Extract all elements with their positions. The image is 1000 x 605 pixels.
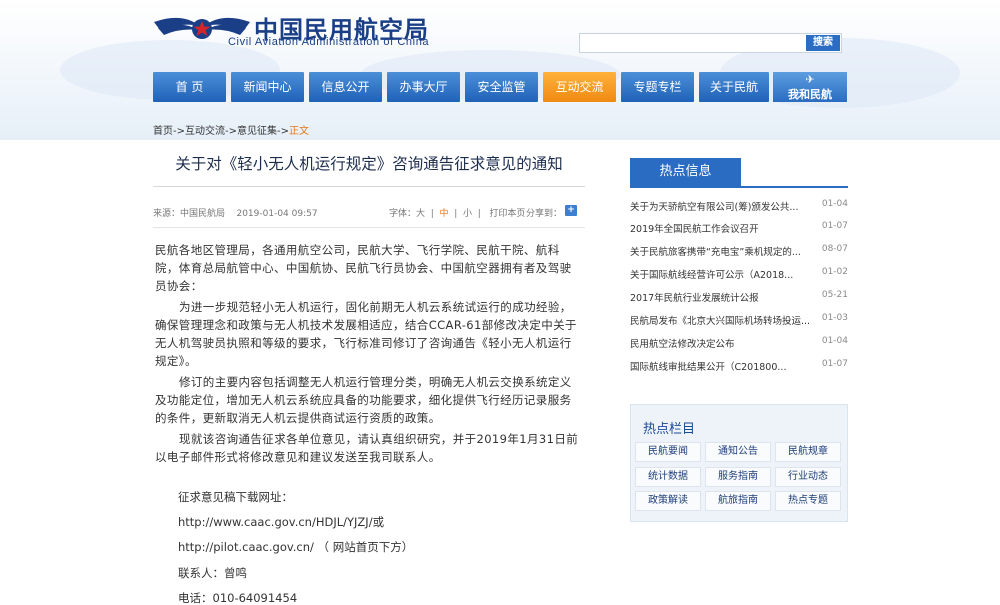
site-title-en: Civil Aviation Administration of China [228, 36, 430, 48]
breadcrumb-separator: -> [225, 126, 237, 137]
hot-info-item[interactable]: 关于国际航线经营许可公示（A2018... 01-02 [630, 267, 848, 283]
contact-phone: 电话：010-64091454 [178, 591, 298, 605]
hot-info-item[interactable]: 关于为天骄航空有限公司(筹)颁发公共... 01-04 [630, 199, 848, 215]
nav-home[interactable]: 首 页 [153, 72, 226, 102]
divider [630, 186, 848, 188]
column-button[interactable]: 民航规章 [775, 442, 841, 462]
hot-info-date: 01-03 [821, 313, 848, 323]
font-small-link[interactable]: 小 [463, 209, 472, 219]
article-meta: 来源：中国民航局 2019-01-04 09:57 字体：大 | 中 | 小 |… [153, 205, 585, 219]
column-button[interactable]: 政策解读 [635, 491, 701, 511]
print-link[interactable]: 打印本页 [489, 209, 525, 219]
article-title: 关于对《轻小无人机运行规定》咨询通告征求意见的通知 [175, 155, 563, 173]
article-paragraph: 为进一步规范轻小无人机运行，固化前期无人机云系统试运行的成功经验，确保管理理念和… [155, 300, 577, 368]
hot-info-title[interactable]: 民用航空法修改决定公布 [630, 336, 810, 350]
hot-info-item[interactable]: 关于民航旅客携带“充电宝”乘机规定的... 08-07 [630, 244, 848, 260]
article-source-date: 来源：中国民航局 2019-01-04 09:57 [153, 206, 318, 219]
hot-info-date: 01-02 [821, 267, 848, 277]
column-button[interactable]: 服务指南 [705, 467, 771, 487]
column-button[interactable]: 行业动态 [775, 467, 841, 487]
hot-info-date: 01-07 [821, 359, 848, 369]
nav-about[interactable]: 关于民航 [699, 72, 769, 102]
hot-info-title[interactable]: 关于为天骄航空有限公司(筹)颁发公共... [630, 199, 810, 213]
column-button[interactable]: 统计数据 [635, 467, 701, 487]
hot-info-heading: 热点信息 [630, 158, 741, 186]
hot-columns-panel: 热点栏目 民航要闻 通知公告 民航规章 统计数据 服务指南 行业动态 政策解读 … [630, 404, 848, 522]
article-date: 2019-01-04 09:57 [236, 209, 318, 219]
column-button[interactable]: 热点专题 [775, 491, 841, 511]
hot-info-date: 01-04 [821, 199, 848, 209]
hot-info-date: 01-04 [821, 336, 848, 346]
column-button[interactable]: 民航要闻 [635, 442, 701, 462]
divider [153, 227, 585, 228]
font-mid-link[interactable]: 中 [440, 209, 449, 219]
column-button[interactable]: 通知公告 [705, 442, 771, 462]
hot-info-item[interactable]: 2017年民航行业发展统计公报 05-21 [630, 290, 848, 306]
nav-special-label: 我和民航 [788, 88, 832, 101]
hot-info-item[interactable]: 国际航线审批结果公开（C201800... 01-07 [630, 359, 848, 375]
breadcrumb-interaction[interactable]: 互动交流 [185, 126, 225, 137]
font-size-label: 字体： [389, 209, 417, 219]
article-paragraph: 民航各地区管理局，各通用航空公司，民航大学、飞行学院、民航干院、航科院，体育总局… [155, 243, 572, 293]
search-box: 搜索 [579, 33, 842, 53]
site-logo[interactable]: 中国民用航空局 Civil Aviation Administration of… [152, 8, 492, 52]
nav-news[interactable]: 新闻中心 [231, 72, 304, 102]
article-paragraph: 现就该咨询通告征求各单位意见，请认真组织研究，并于2019年1月31日前以电子邮… [155, 432, 579, 464]
font-large-link[interactable]: 大 [416, 209, 425, 219]
breadcrumb-separator: -> [277, 126, 289, 137]
nav-service-hall[interactable]: 办事大厅 [387, 72, 460, 102]
divider [153, 186, 585, 187]
article-body: 民航各地区管理局，各通用航空公司，民航大学、飞行学院、民航干院、航科院，体育总局… [155, 241, 583, 469]
article-paragraph: 修订的主要内容包括调整无人机运行管理分类，明确无人机云交换系统定义及功能定位，增… [155, 375, 572, 425]
hot-info-date: 08-07 [821, 244, 848, 254]
hot-info-title[interactable]: 2019年全国民航工作会议召开 [630, 221, 810, 235]
hot-info-title[interactable]: 关于民航旅客携带“充电宝”乘机规定的... [630, 244, 810, 258]
hot-info-title[interactable]: 2017年民航行业发展统计公报 [630, 290, 810, 304]
search-input[interactable] [580, 34, 805, 52]
nav-topics[interactable]: 专题专栏 [621, 72, 694, 102]
nav-interaction[interactable]: 互动交流 [543, 72, 616, 102]
download-label: 征求意见稿下载网址： [178, 490, 293, 504]
breadcrumb: 首页->互动交流->意见征集->正文 [153, 122, 309, 137]
nav-info-disclosure[interactable]: 信息公开 [309, 72, 382, 102]
font-size-controls: 字体：大 | 中 | 小 | 打印本页 [389, 209, 526, 219]
hot-info-title[interactable]: 民航局发布《北京大兴国际机场转场投运... [630, 313, 810, 327]
plane-icon: ✈ [805, 73, 815, 86]
contact-person: 联系人：曾鸣 [178, 566, 247, 580]
hot-info-date: 05-21 [821, 290, 848, 300]
download-url-2[interactable]: http://pilot.caac.gov.cn/ （ 网站首页下方） [178, 539, 413, 555]
breadcrumb-home[interactable]: 首页 [153, 126, 173, 137]
hot-info-item[interactable]: 2019年全国民航工作会议召开 01-07 [630, 221, 848, 237]
column-button[interactable]: 航旅指南 [705, 491, 771, 511]
breadcrumb-opinions[interactable]: 意见征集 [237, 126, 277, 137]
breadcrumb-separator: -> [173, 126, 185, 137]
hot-info-title[interactable]: 关于国际航线经营许可公示（A2018... [630, 267, 810, 281]
hot-info-date: 01-07 [821, 221, 848, 231]
nav-safety[interactable]: 安全监管 [465, 72, 538, 102]
search-button[interactable]: 搜索 [806, 35, 840, 51]
share-label: 分享到： [526, 209, 563, 219]
download-url-1[interactable]: http://www.caac.gov.cn/HDJL/YJZJ/或 [178, 514, 384, 530]
hot-columns-heading: 热点栏目 [643, 422, 696, 437]
nav-me-and-aviation[interactable]: ✈ 我和民航 [773, 72, 847, 102]
hot-info-item[interactable]: 民航局发布《北京大兴国际机场转场投运... 01-03 [630, 313, 848, 329]
breadcrumb-current: 正文 [289, 126, 309, 137]
hot-info-item[interactable]: 民用航空法修改决定公布 01-04 [630, 336, 848, 352]
hot-info-title[interactable]: 国际航线审批结果公开（C201800... [630, 359, 810, 373]
share-plus-icon[interactable]: + [565, 205, 577, 216]
article-source: 来源：中国民航局 [153, 209, 226, 219]
